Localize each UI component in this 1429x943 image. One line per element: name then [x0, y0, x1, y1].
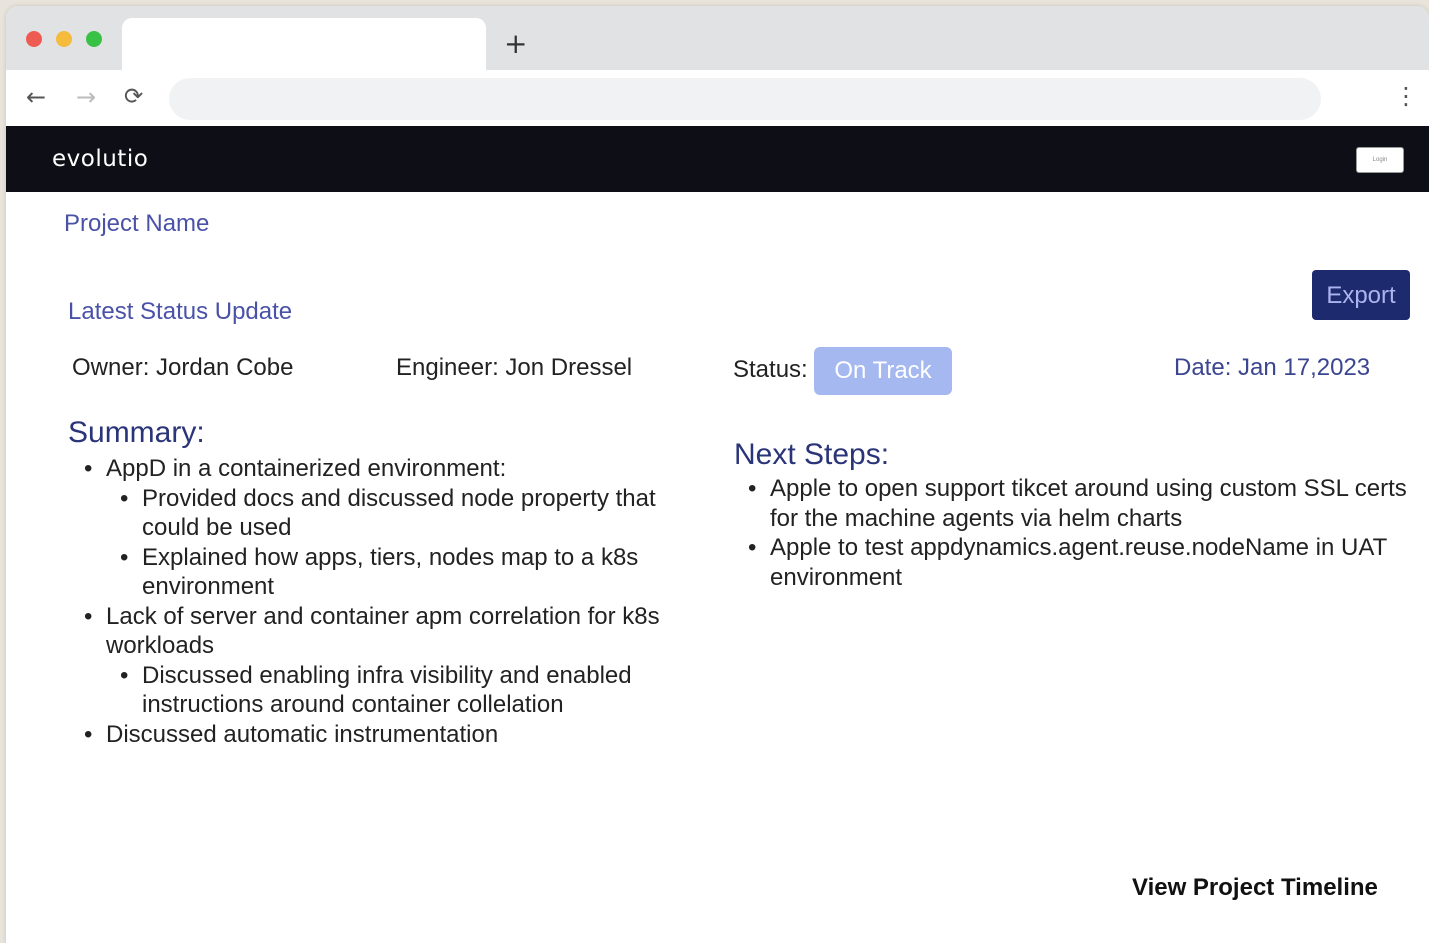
browser-menu-icon[interactable]: ⋮ — [1394, 82, 1418, 110]
minimize-window-button[interactable] — [56, 31, 72, 47]
status-label: Status: — [733, 356, 808, 383]
close-window-button[interactable] — [26, 31, 42, 47]
list-item: Lack of server and container apm correla… — [84, 602, 666, 720]
tab-bar: + — [6, 6, 1429, 70]
new-tab-button[interactable]: + — [504, 30, 527, 58]
next-steps-heading: Next Steps: — [734, 438, 890, 471]
list-item: Apple to open support tikcet around usin… — [748, 474, 1410, 533]
browser-tab[interactable] — [122, 18, 486, 70]
app-navbar: evolutio Login — [6, 126, 1429, 192]
project-name: Project Name — [64, 210, 210, 237]
browser-window: + ← → ⟳ ⋮ evolutio Login Project Name Ex… — [6, 6, 1429, 943]
evolutio-logo[interactable]: evolutio — [52, 146, 148, 172]
list-item-text: Discussed automatic instrumentation — [106, 720, 499, 748]
list-item: Discussed automatic instrumentation — [84, 720, 666, 750]
summary-heading: Summary: — [68, 416, 205, 449]
list-item: Apple to test appdynamics.agent.reuse.no… — [748, 533, 1410, 592]
view-project-timeline-link[interactable]: View Project Timeline — [1132, 874, 1378, 902]
reload-icon[interactable]: ⟳ — [124, 84, 143, 110]
status-page: Project Name Export Latest Status Update… — [6, 192, 1429, 943]
engineer-label: Engineer: Jon Dressel — [396, 354, 633, 381]
latest-status-heading: Latest Status Update — [68, 298, 293, 325]
status-date: Date: Jan 17,2023 — [1174, 354, 1371, 381]
maximize-window-button[interactable] — [86, 31, 102, 47]
list-item: Discussed enabling infra visibility and … — [120, 661, 666, 720]
list-item-text: Lack of server and container apm correla… — [106, 602, 660, 660]
summary-list: AppD in a containerized environment: Pro… — [84, 454, 666, 750]
list-item-text: AppD in a containerized environment: — [106, 455, 507, 482]
back-arrow-icon[interactable]: ← — [26, 84, 46, 110]
address-bar[interactable] — [169, 78, 1321, 120]
next-steps-list: Apple to open support tikcet around usin… — [748, 474, 1410, 592]
status-badge: On Track — [814, 347, 952, 395]
forward-arrow-icon[interactable]: → — [76, 84, 96, 110]
list-item: AppD in a containerized environment: Pro… — [84, 454, 666, 602]
owner-label: Owner: Jordan Cobe — [72, 354, 294, 381]
login-button[interactable]: Login — [1356, 147, 1404, 173]
list-item: Provided docs and discussed node propert… — [120, 484, 666, 543]
browser-toolbar: ← → ⟳ ⋮ — [6, 70, 1429, 126]
export-button[interactable]: Export — [1312, 270, 1410, 320]
list-item: Explained how apps, tiers, nodes map to … — [120, 543, 666, 602]
